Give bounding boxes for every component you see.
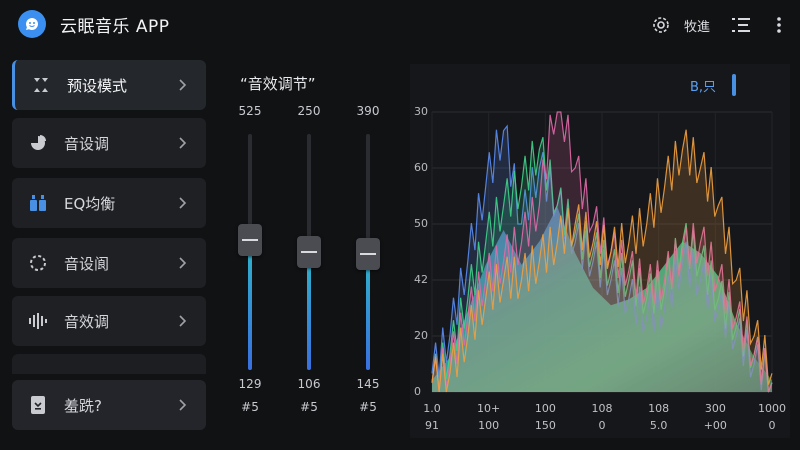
x-tick-label: 150 bbox=[534, 419, 556, 432]
sidebar-item-sound-tune[interactable]: 音设阆 bbox=[12, 238, 206, 288]
more-vertical-icon[interactable] bbox=[768, 14, 790, 36]
y-tick-label: 60 bbox=[414, 161, 428, 174]
y-tick-label: 42 bbox=[414, 273, 428, 286]
x-tick-label: 108 bbox=[648, 402, 670, 415]
slider-bottom-value: 129 bbox=[238, 377, 262, 391]
x-tick-label: 5.0 bbox=[649, 419, 668, 432]
sound-effect-title: “音效调节” bbox=[240, 75, 316, 93]
sidebar-item-label: 音效调 bbox=[64, 312, 110, 331]
sidebar-item-label: 预设模式 bbox=[67, 76, 128, 95]
sidebar-item-label: 音设调 bbox=[64, 134, 110, 153]
slider-bottom-value: 106 bbox=[297, 377, 321, 391]
pie-chart-icon bbox=[28, 133, 48, 153]
sidebar-item-label: EQ均衡 bbox=[64, 194, 116, 213]
x-tick-label: 0 bbox=[598, 419, 606, 432]
slider-bottom-value: 145 bbox=[356, 377, 380, 391]
spectrum-chart-panel bbox=[410, 64, 790, 438]
chevron-right-icon bbox=[178, 256, 188, 270]
x-tick-label: 100 bbox=[478, 419, 500, 432]
y-tick-label: 0 bbox=[414, 385, 421, 398]
dashed-circle-icon bbox=[28, 253, 48, 273]
settings-gear-icon[interactable] bbox=[650, 14, 672, 36]
slider-knob[interactable] bbox=[356, 238, 380, 271]
chevron-right-icon bbox=[178, 314, 188, 328]
collect-button[interactable]: 牧進 bbox=[684, 16, 710, 35]
y-tick-label: 50 bbox=[414, 217, 428, 230]
x-tick-label: 10+ bbox=[477, 402, 501, 415]
x-tick-label: 0 bbox=[768, 419, 776, 432]
slider-knob[interactable] bbox=[238, 224, 262, 257]
sidebar-item-help[interactable]: 羞跣? bbox=[12, 380, 206, 430]
waveform-icon bbox=[28, 311, 48, 331]
slider-fill bbox=[366, 254, 370, 370]
sidebar-item-label: 羞跣? bbox=[64, 396, 102, 415]
sidebar-item-eq[interactable]: EQ均衡 bbox=[12, 178, 206, 228]
y-tick-label: 20 bbox=[414, 329, 428, 342]
slider-top-value: 525 bbox=[238, 104, 262, 118]
slider-unit: #5 bbox=[300, 400, 318, 414]
slider-column-3: 390 145 #5 bbox=[348, 104, 388, 424]
y-tick-label: 30 bbox=[414, 105, 428, 118]
x-tick-label: 300 bbox=[704, 402, 726, 415]
slider-column-1: 525 129 #5 bbox=[230, 104, 270, 424]
slider-top-value: 390 bbox=[356, 104, 380, 118]
legend-indicator bbox=[732, 74, 736, 96]
x-tick-label: +00 bbox=[703, 419, 727, 432]
slider-top-value: 250 bbox=[297, 104, 321, 118]
x-tick-label: 100 bbox=[534, 402, 556, 415]
sidebar-item-sound-setting[interactable]: 音设调 bbox=[12, 118, 206, 168]
list-menu-icon[interactable] bbox=[730, 14, 752, 36]
slider-unit: #5 bbox=[241, 400, 259, 414]
sidebar-item-hidden bbox=[12, 354, 206, 374]
chevron-right-icon bbox=[178, 136, 188, 150]
app-logo-icon bbox=[18, 10, 46, 38]
document-icon bbox=[28, 395, 48, 415]
x-tick-label: 91 bbox=[425, 419, 439, 432]
app-header: 云眠音乐 APP 牧進 bbox=[0, 0, 800, 52]
chevron-right-icon bbox=[178, 196, 188, 210]
sidebar-item-label: 音设阆 bbox=[64, 254, 110, 273]
hourglass-icon bbox=[31, 75, 51, 95]
slider-fill bbox=[248, 240, 252, 370]
slider-fill bbox=[307, 252, 311, 370]
x-tick-label: 1000 bbox=[758, 402, 786, 415]
slider-column-2: 250 106 #5 bbox=[289, 104, 329, 424]
app-title: 云眠音乐 APP bbox=[60, 17, 170, 37]
x-tick-label: 108 bbox=[591, 402, 613, 415]
sidebar-item-preset-mode[interactable]: 预设模式 bbox=[12, 60, 206, 110]
slider-unit: #5 bbox=[359, 400, 377, 414]
chevron-right-icon bbox=[178, 398, 188, 412]
equalizer-blocks-icon bbox=[28, 193, 48, 213]
chart-legend: B,只 bbox=[690, 80, 717, 95]
slider-knob[interactable] bbox=[297, 236, 321, 268]
chevron-right-icon bbox=[178, 78, 188, 92]
x-tick-label: 1.0 bbox=[423, 402, 441, 415]
sidebar-item-effect-tune[interactable]: 音效调 bbox=[12, 296, 206, 346]
